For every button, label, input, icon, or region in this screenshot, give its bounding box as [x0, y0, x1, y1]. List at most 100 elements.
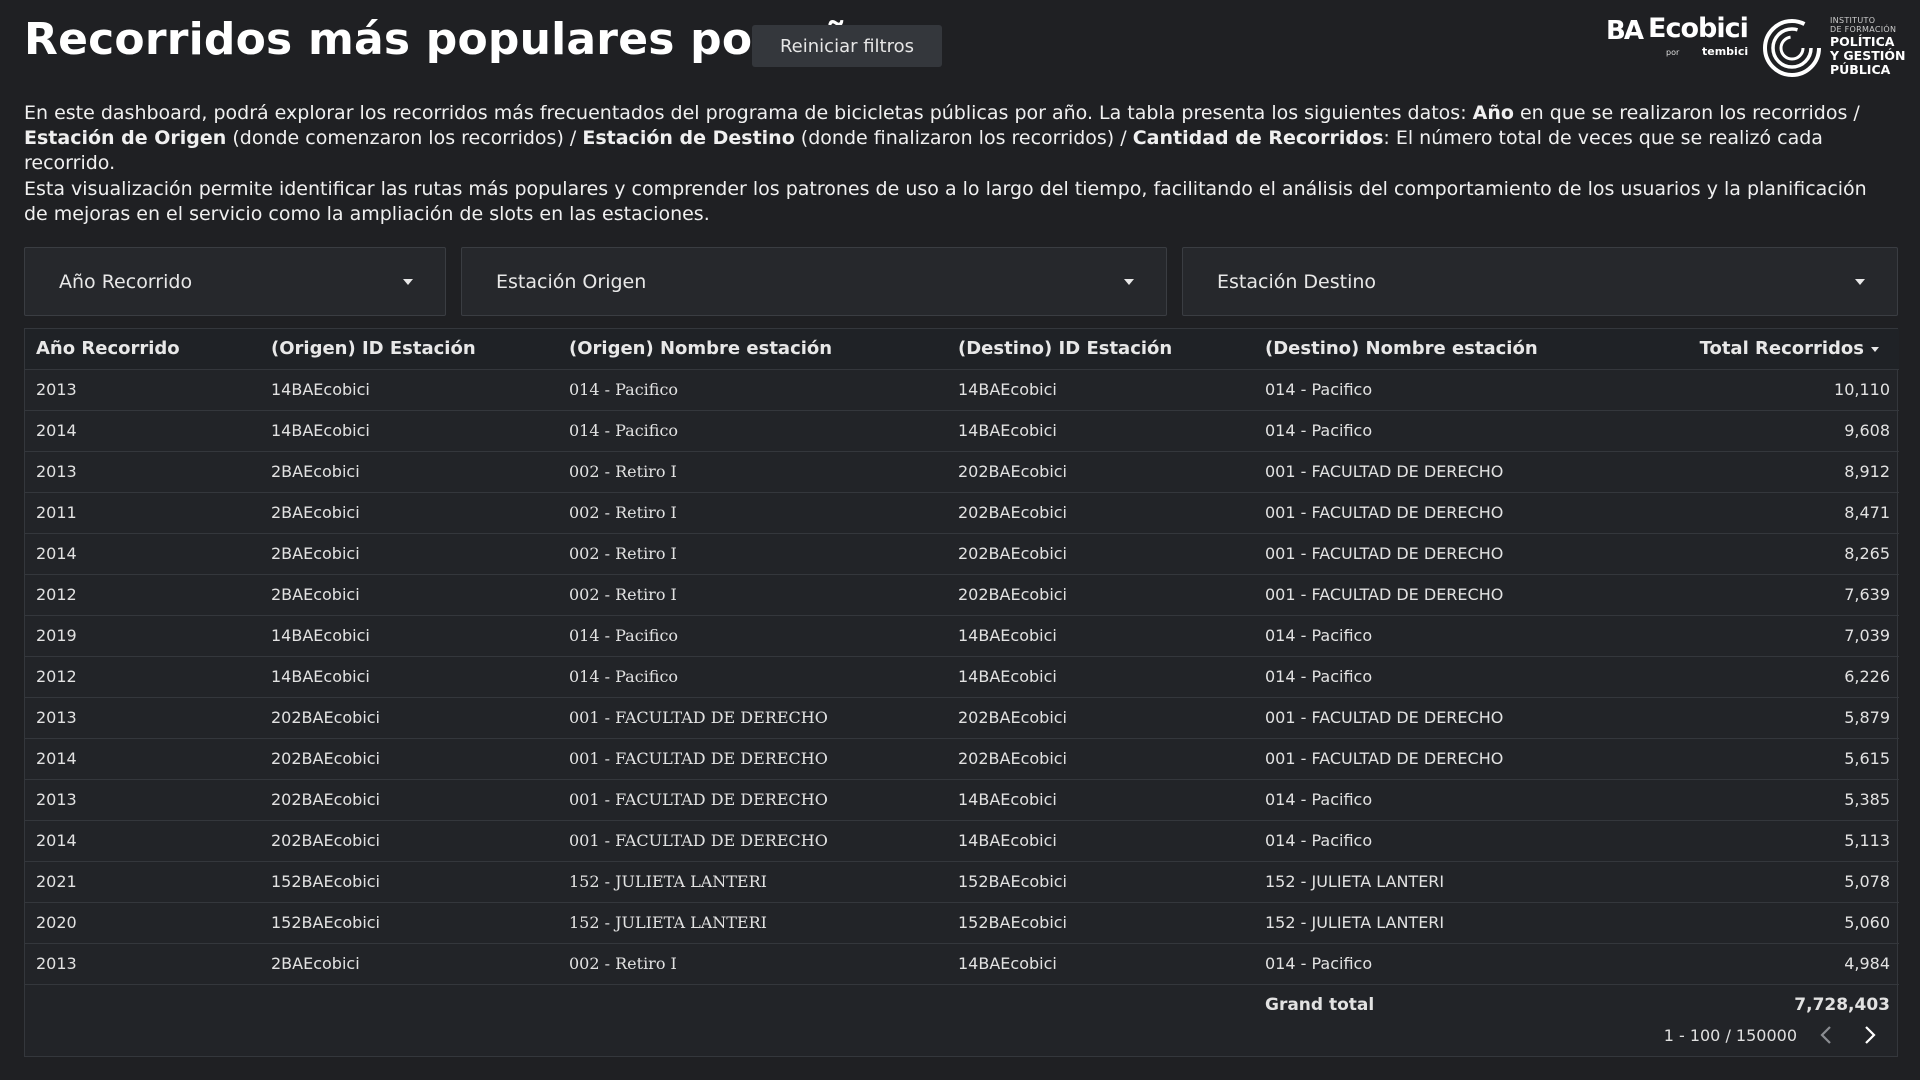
cell-origin-name: 001 - FACULTAD DE DERECHO — [558, 820, 947, 862]
col-header-origin-name[interactable]: (Origen) Nombre estación — [558, 329, 947, 370]
grand-total-label: Grand total — [1265, 994, 1375, 1015]
cell-destination-name: 014 - Pacifico — [1254, 369, 1657, 411]
cell-destination-id: 14BAEcobici — [947, 779, 1254, 821]
cell-origin-name: 002 - Retiro I — [558, 943, 947, 985]
instituto-emblem-icon — [1763, 19, 1821, 77]
cell-origin-id: 202BAEcobici — [260, 738, 558, 780]
cell-origin-id: 202BAEcobici — [260, 820, 558, 862]
pagination: 1 - 100 / 150000 — [1664, 1020, 1885, 1050]
table-row: 2011 2BAEcobici 002 - Retiro I 202BAEcobici… — [25, 492, 1899, 534]
cell-origin-name: 152 - JULIETA LANTERI — [558, 861, 947, 903]
cell-year: 2013 — [25, 779, 260, 821]
description-paragraph-1: En este dashboard, podrá explorar los re… — [24, 101, 1896, 176]
next-page-button[interactable] — [1855, 1020, 1885, 1050]
cell-year: 2013 — [25, 451, 260, 493]
col-header-total-trips[interactable]: Total Recorridos — [1657, 329, 1899, 370]
table-row: 2013 2BAEcobici 002 - Retiro I 202BAEcobici… — [25, 451, 1899, 493]
cell-destination-name: 014 - Pacifico — [1254, 779, 1657, 821]
cell-destination-id: 202BAEcobici — [947, 492, 1254, 534]
cell-year: 2011 — [25, 492, 260, 534]
table-row: 2013 202BAEcobici 001 - FACULTAD DE DERECH… — [25, 779, 1899, 821]
cell-total-trips: 7,039 — [1657, 615, 1899, 657]
cell-total-trips: 5,385 — [1657, 779, 1899, 821]
cell-origin-name: 002 - Retiro I — [558, 451, 947, 493]
cell-origin-id: 152BAEcobici — [260, 902, 558, 944]
cell-origin-id: 14BAEcobici — [260, 615, 558, 657]
grand-total-value: 7,728,403 — [1794, 994, 1890, 1015]
cell-destination-id: 14BAEcobici — [947, 369, 1254, 411]
col-header-year[interactable]: Año Recorrido — [25, 329, 260, 370]
col-header-destination-id[interactable]: (Destino) ID Estación — [947, 329, 1254, 370]
cell-destination-name: 152 - JULIETA LANTERI — [1254, 861, 1657, 903]
table-row: 2019 14BAEcobici 014 - Pacifico 14BAEcobici… — [25, 615, 1899, 657]
cell-year: 2013 — [25, 369, 260, 411]
chevron-right-icon — [1865, 1026, 1876, 1044]
instituto-big-text: POLÍTICA Y GESTIÓN PÚBLICA — [1830, 34, 1906, 77]
cell-destination-name: 014 - Pacifico — [1254, 410, 1657, 452]
grand-total-row: Grand total 7,728,403 — [25, 984, 1899, 1025]
chevron-down-icon — [403, 279, 413, 285]
destination-station-filter-dropdown[interactable]: Estación Destino — [1182, 247, 1898, 316]
cell-year: 2012 — [25, 574, 260, 616]
cell-year: 2014 — [25, 738, 260, 780]
cell-origin-id: 202BAEcobici — [260, 779, 558, 821]
logo-por-text: por — [1666, 48, 1680, 57]
cell-origin-name: 001 - FACULTAD DE DERECHO — [558, 738, 947, 780]
cell-destination-id: 14BAEcobici — [947, 943, 1254, 985]
cell-total-trips: 5,060 — [1657, 902, 1899, 944]
cell-total-trips: 8,471 — [1657, 492, 1899, 534]
table-header-row: Año Recorrido (Origen) ID Estación (Orig… — [25, 329, 1899, 370]
cell-year: 2020 — [25, 902, 260, 944]
reset-filters-button[interactable]: Reiniciar filtros — [752, 25, 942, 67]
table-row: 2013 2BAEcobici 002 - Retiro I 14BAEcobici 0… — [25, 943, 1899, 985]
empty-cell — [558, 984, 947, 1025]
cell-origin-id: 14BAEcobici — [260, 369, 558, 411]
table-row: 2013 14BAEcobici 014 - Pacifico 14BAEcobici… — [25, 369, 1899, 411]
total-trips-header-label: Total Recorridos — [1699, 338, 1864, 360]
origin-filter-label: Estación Origen — [496, 270, 647, 293]
cell-origin-id: 2BAEcobici — [260, 533, 558, 575]
cell-origin-name: 014 - Pacifico — [558, 369, 947, 411]
table-row: 2014 202BAEcobici 001 - FACULTAD DE DERECH… — [25, 820, 1899, 862]
cell-year: 2014 — [25, 410, 260, 452]
destination-filter-label: Estación Destino — [1217, 270, 1377, 293]
cell-destination-name: 001 - FACULTAD DE DERECHO — [1254, 697, 1657, 739]
chevron-left-icon — [1820, 1026, 1831, 1044]
origin-station-filter-dropdown[interactable]: Estación Origen — [461, 247, 1167, 316]
cell-destination-name: 014 - Pacifico — [1254, 656, 1657, 698]
year-filter-dropdown[interactable]: Año Recorrido — [24, 247, 446, 316]
description-text: En este dashboard, podrá explorar los re… — [24, 102, 1473, 124]
cell-destination-name: 014 - Pacifico — [1254, 943, 1657, 985]
empty-cell — [260, 984, 558, 1025]
ecobici-logo-text: Ecobici — [1648, 13, 1749, 44]
cell-total-trips: 9,608 — [1657, 410, 1899, 452]
cell-origin-name: 014 - Pacifico — [558, 615, 947, 657]
cell-total-trips: 5,078 — [1657, 861, 1899, 903]
tembici-logo-text: tembici — [1702, 45, 1749, 58]
cell-destination-name: 001 - FACULTAD DE DERECHO — [1254, 738, 1657, 780]
table-row: 2014 202BAEcobici 001 - FACULTAD DE DERECH… — [25, 738, 1899, 780]
cell-total-trips: 8,265 — [1657, 533, 1899, 575]
chevron-down-icon — [1124, 279, 1134, 285]
cell-destination-name: 001 - FACULTAD DE DERECHO — [1254, 492, 1657, 534]
prev-page-button[interactable] — [1811, 1020, 1841, 1050]
col-header-destination-name[interactable]: (Destino) Nombre estación — [1254, 329, 1657, 370]
cell-origin-id: 2BAEcobici — [260, 943, 558, 985]
cell-origin-id: 2BAEcobici — [260, 492, 558, 534]
col-header-origin-id[interactable]: (Origen) ID Estación — [260, 329, 558, 370]
table-row: 2012 14BAEcobici 014 - Pacifico 14BAEcobici… — [25, 656, 1899, 698]
description-text: (donde finalizaron los recorridos) / — [794, 127, 1133, 149]
cell-destination-id: 152BAEcobici — [947, 861, 1254, 903]
description-text: en que se realizaron los recorridos / — [1513, 102, 1860, 124]
cell-year: 2013 — [25, 943, 260, 985]
table-row: 2014 14BAEcobici 014 - Pacifico 14BAEcobici… — [25, 410, 1899, 452]
cell-origin-name: 002 - Retiro I — [558, 492, 947, 534]
table-row: 2013 202BAEcobici 001 - FACULTAD DE DERECH… — [25, 697, 1899, 739]
cell-total-trips: 10,110 — [1657, 369, 1899, 411]
cell-year: 2019 — [25, 615, 260, 657]
cell-destination-name: 001 - FACULTAD DE DERECHO — [1254, 533, 1657, 575]
year-filter-label: Año Recorrido — [59, 270, 193, 293]
table-row: 2014 2BAEcobici 002 - Retiro I 202BAEcobici… — [25, 533, 1899, 575]
ba-logo-mark: BA — [1606, 16, 1644, 46]
cell-destination-id: 14BAEcobici — [947, 410, 1254, 452]
